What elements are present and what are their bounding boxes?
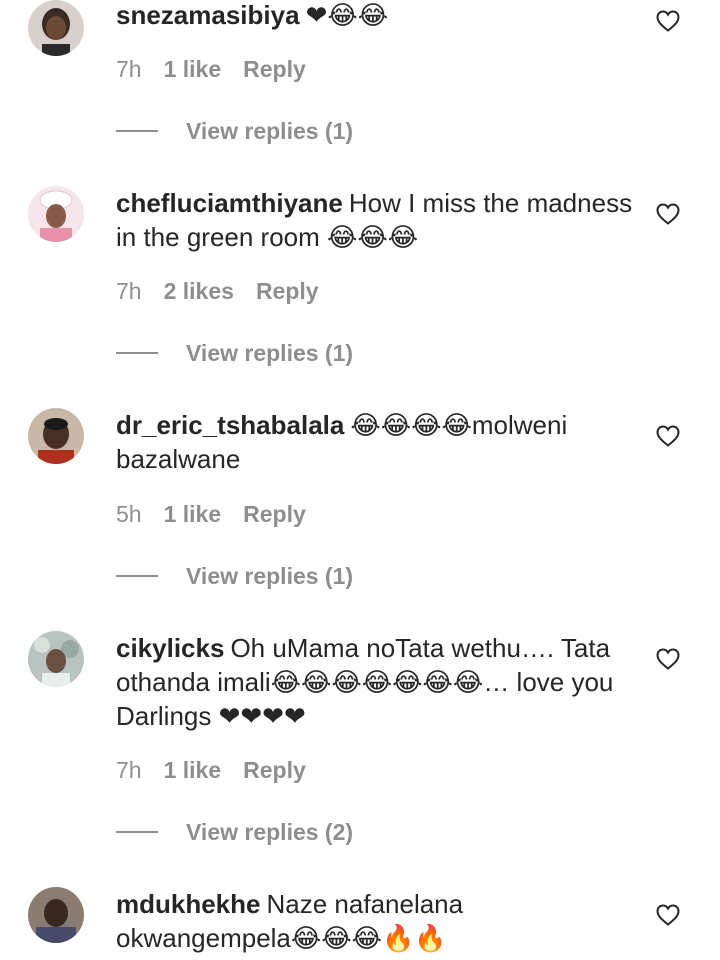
comment-body: ❤😂😂 (305, 0, 389, 30)
view-replies-row[interactable]: View replies (1) (116, 338, 353, 368)
avatar[interactable] (28, 408, 84, 464)
view-replies-button[interactable]: View replies (1) (186, 340, 353, 367)
comment-likes[interactable]: 1 like (164, 500, 222, 528)
comment-meta: 7h 1 like Reply (116, 756, 306, 784)
comment-username[interactable]: chefluciamthiyane (116, 188, 343, 218)
reply-button[interactable]: Reply (243, 55, 306, 83)
divider-line (116, 130, 158, 132)
comment-username[interactable]: mdukhekhe (116, 889, 261, 919)
heart-icon[interactable] (656, 10, 680, 32)
comment-meta: 7h 1 like Reply (116, 55, 306, 83)
reply-button[interactable]: Reply (256, 277, 319, 305)
comment-text: cikylicks Oh uMama noTata wethu…. Tata ot… (116, 631, 636, 733)
view-replies-row[interactable]: View replies (1) (116, 561, 353, 591)
comment-text: chefluciamthiyane How I miss the madness … (116, 186, 636, 254)
comment-likes[interactable]: 1 like (164, 55, 222, 83)
comment-time: 7h (116, 56, 142, 82)
view-replies-button[interactable]: View replies (2) (186, 819, 353, 846)
comment-meta: 7h 2 likes Reply (116, 277, 319, 305)
comment-meta: 5h 1 like Reply (116, 500, 306, 528)
comment-text: snezamasibiya ❤😂😂 (116, 0, 636, 32)
heart-icon[interactable] (656, 648, 680, 670)
avatar[interactable] (28, 0, 84, 56)
comment-time: 7h (116, 757, 142, 783)
comment-time: 7h (116, 278, 142, 304)
comment-username[interactable]: dr_eric_tshabalala (116, 410, 344, 440)
view-replies-row[interactable]: View replies (1) (116, 116, 353, 146)
divider-line (116, 352, 158, 354)
reply-button[interactable]: Reply (243, 756, 306, 784)
comment-username[interactable]: cikylicks (116, 633, 224, 663)
view-replies-button[interactable]: View replies (1) (186, 563, 353, 590)
heart-icon[interactable] (656, 904, 680, 926)
avatar[interactable] (28, 631, 84, 687)
reply-button[interactable]: Reply (243, 500, 306, 528)
avatar[interactable] (28, 887, 84, 943)
view-replies-button[interactable]: View replies (1) (186, 118, 353, 145)
comment-time: 5h (116, 501, 142, 527)
divider-line (116, 831, 158, 833)
comment-text: mdukhekhe Naze nafanelana okwangempela😂😂😂… (116, 887, 636, 955)
heart-icon[interactable] (656, 203, 680, 225)
comment-likes[interactable]: 2 likes (164, 277, 234, 305)
comment-username[interactable]: snezamasibiya (116, 0, 300, 30)
comment-likes[interactable]: 1 like (164, 756, 222, 784)
avatar[interactable] (28, 186, 84, 242)
comment-text: dr_eric_tshabalala 😂😂😂😂molweni bazalwane (116, 408, 636, 476)
heart-icon[interactable] (656, 425, 680, 447)
divider-line (116, 575, 158, 577)
view-replies-row[interactable]: View replies (2) (116, 817, 353, 847)
